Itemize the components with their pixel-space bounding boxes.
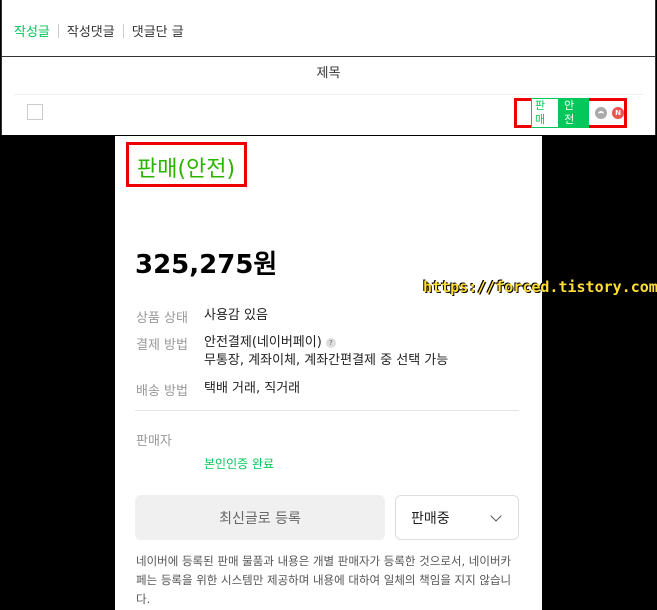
watermark: https://forced.tistory.com bbox=[423, 278, 657, 296]
highlighted-badges: 판매 안전 N bbox=[514, 98, 627, 128]
safe-badge: 안전 bbox=[559, 98, 590, 128]
tab-my-comments[interactable]: 작성댓글 bbox=[67, 21, 123, 40]
new-icon: N bbox=[612, 107, 624, 119]
shipping-value: 택배 거래, 직거래 bbox=[204, 381, 301, 396]
tab-divider bbox=[122, 23, 124, 38]
shipping-label: 배송 방법 bbox=[136, 384, 188, 399]
condition-row: 상품 상태 사용감 있음 bbox=[136, 307, 268, 326]
row-checkbox[interactable] bbox=[27, 104, 43, 120]
screenshot-frame: 작성글 작성댓글 댓글단 글 제목 판매 안전 N 판매(안전) 325,275… bbox=[0, 0, 657, 610]
payment-value-primary: 안전결제(네이버페이) bbox=[204, 335, 322, 350]
shipping-row: 배송 방법 택배 거래, 직거래 bbox=[136, 380, 300, 399]
header-divider bbox=[14, 94, 643, 95]
tab-bar: 작성글 작성댓글 댓글단 글 bbox=[14, 21, 192, 40]
header-rule bbox=[2, 56, 655, 57]
payment-value: 안전결제(네이버페이)? 무통장, 계좌이체, 계좌간편결제 중 선택 가능 bbox=[204, 334, 448, 370]
bump-latest-button[interactable]: 최신글로 등록 bbox=[135, 495, 385, 540]
mountain-icon bbox=[595, 107, 608, 119]
tab-my-posts[interactable]: 작성글 bbox=[14, 21, 58, 40]
article-list-panel: 작성글 작성댓글 댓글단 글 제목 판매 안전 N bbox=[1, 0, 656, 135]
column-header-title: 제목 bbox=[316, 66, 341, 81]
sale-status-title: 판매(안전) bbox=[137, 157, 236, 182]
seller-label: 판매자 bbox=[136, 434, 172, 449]
payment-label: 결제 방법 bbox=[136, 338, 188, 353]
product-price: 325,275원 bbox=[135, 250, 278, 280]
help-icon[interactable]: ? bbox=[325, 338, 336, 348]
payment-value-secondary: 무통장, 계좌이체, 계좌간편결제 중 선택 가능 bbox=[204, 353, 449, 368]
payment-row: 결제 방법 안전결제(네이버페이)? 무통장, 계좌이체, 계좌간편결제 중 선… bbox=[136, 334, 448, 370]
tab-divider bbox=[57, 23, 59, 38]
product-detail-panel: 판매(안전) 325,275원 상품 상태 사용감 있음 결제 방법 안전결제(… bbox=[115, 136, 542, 610]
condition-value: 사용감 있음 bbox=[204, 308, 268, 323]
sale-badge: 판매 bbox=[531, 98, 560, 128]
disclaimer-text: 네이버에 등록된 판매 물품과 내용은 개별 판매자가 등록한 것으로서, 네이… bbox=[136, 554, 512, 606]
verified-badge: 본인인증 완료 bbox=[204, 457, 275, 471]
sale-status-select[interactable]: 판매중 bbox=[395, 495, 519, 540]
condition-label: 상품 상태 bbox=[136, 311, 188, 326]
highlighted-status: 판매(안전) bbox=[126, 142, 247, 187]
sale-status-value: 판매중 bbox=[411, 510, 450, 527]
section-divider bbox=[135, 410, 519, 411]
chevron-down-icon bbox=[490, 510, 502, 522]
tab-commented-posts[interactable]: 댓글단 글 bbox=[132, 21, 192, 40]
